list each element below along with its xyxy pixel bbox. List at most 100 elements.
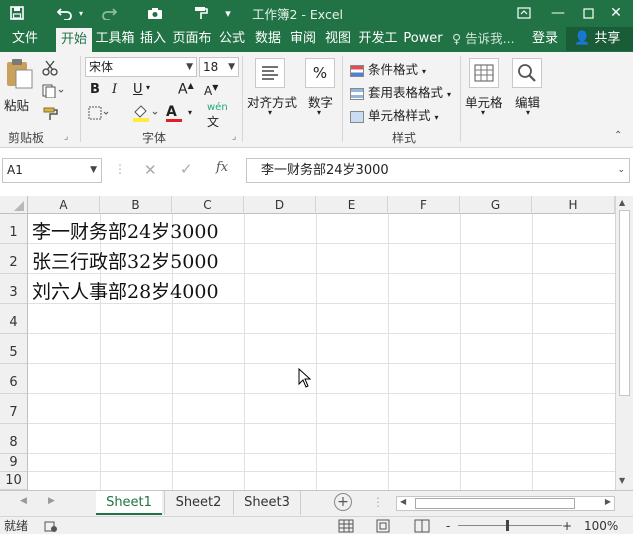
cancel-icon[interactable]: ✕	[144, 161, 157, 179]
worksheet-grid[interactable]: A B C D E F G H 1 2 3 4 5 6 7 8 9 10 李一财…	[0, 196, 633, 490]
grow-font-button[interactable]: A▲	[178, 81, 194, 98]
row-header[interactable]: 5	[0, 334, 28, 364]
expand-formula-icon[interactable]: ⌄	[617, 159, 625, 182]
zoom-level[interactable]: 100%	[584, 517, 618, 534]
vertical-scrollbar[interactable]: ▲ ▼	[615, 196, 633, 490]
chevron-down-icon[interactable]: ▾	[188, 108, 192, 117]
normal-view-icon[interactable]	[338, 519, 354, 534]
column-header[interactable]: E	[316, 196, 388, 214]
row-header[interactable]: 3	[0, 274, 28, 304]
prev-sheet-icon[interactable]: ◀	[20, 496, 27, 506]
zoom-out-button[interactable]: -	[446, 517, 450, 534]
scroll-left-icon[interactable]: ◀	[400, 497, 406, 506]
close-icon[interactable]: ✕	[598, 0, 633, 26]
row-header[interactable]: 4	[0, 304, 28, 334]
redo-icon[interactable]	[96, 0, 122, 26]
tab-insert[interactable]: 插入	[138, 26, 168, 52]
ribbon-options-icon[interactable]	[506, 0, 542, 26]
page-layout-view-icon[interactable]	[376, 519, 390, 534]
save-icon[interactable]	[4, 0, 30, 26]
macro-record-icon[interactable]	[44, 520, 58, 534]
select-all-corner[interactable]	[0, 196, 28, 214]
fill-color-icon[interactable]	[132, 104, 160, 125]
sheet-tab-1[interactable]: Sheet1	[96, 491, 162, 515]
drag-handle-icon[interactable]: ⋮	[372, 495, 384, 509]
horizontal-scrollbar[interactable]: ◀ ▶	[396, 496, 615, 511]
tab-file[interactable]: 文件	[6, 26, 44, 52]
undo-dropdown-icon[interactable]: ▾	[74, 0, 88, 26]
formula-input[interactable]: 李一财务部24岁3000 ⌄	[246, 158, 630, 183]
column-header[interactable]: B	[100, 196, 172, 214]
border-icon[interactable]	[88, 106, 110, 123]
scroll-down-icon[interactable]: ▼	[619, 476, 625, 485]
row-header[interactable]: 6	[0, 364, 28, 394]
phonetic-button[interactable]: wén 文	[207, 102, 228, 130]
tab-page-layout[interactable]: 页面布	[170, 26, 214, 52]
tab-home[interactable]: 开始	[56, 28, 92, 52]
sheet-tab-2[interactable]: Sheet2	[164, 491, 232, 515]
tab-developer[interactable]: 开发工	[356, 26, 400, 52]
drag-handle-icon[interactable]: ⋮	[114, 162, 126, 176]
tab-data[interactable]: 数据	[252, 26, 284, 52]
cut-icon[interactable]	[42, 60, 58, 79]
table-format-button[interactable]: 套用表格格式 ▾	[350, 82, 451, 101]
tab-review[interactable]: 审阅	[288, 26, 318, 52]
column-header[interactable]: A	[28, 196, 100, 214]
name-box[interactable]: A1 ▼	[2, 158, 102, 183]
column-header[interactable]: G	[460, 196, 532, 214]
font-launcher-icon[interactable]: ⌟	[232, 132, 236, 142]
cell-a1[interactable]: 李一财务部24岁3000	[32, 217, 219, 244]
conditional-format-button[interactable]: 条件格式 ▾	[350, 59, 426, 78]
tell-me-search[interactable]: ♀ 告诉我...	[452, 26, 515, 52]
font-color-button[interactable]: A	[166, 104, 182, 122]
search-icon[interactable]	[512, 58, 542, 88]
format-painter-icon[interactable]	[188, 0, 214, 26]
login-link[interactable]: 登录	[532, 26, 558, 52]
italic-button[interactable]: I	[112, 82, 117, 97]
scroll-thumb[interactable]	[619, 210, 630, 396]
zoom-slider[interactable]	[458, 525, 562, 526]
shrink-font-button[interactable]: A▼	[204, 83, 218, 98]
font-name-combo[interactable]: 宋体 ▼	[85, 57, 197, 77]
underline-button[interactable]: U	[133, 82, 143, 97]
copy-icon[interactable]	[42, 84, 64, 101]
collapse-ribbon-icon[interactable]: ⌃	[614, 130, 622, 141]
column-header[interactable]: D	[244, 196, 316, 214]
add-sheet-icon[interactable]: +	[334, 493, 352, 511]
cell-a2[interactable]: 张三行政部32岁5000	[32, 247, 219, 274]
column-header[interactable]: F	[388, 196, 460, 214]
zoom-in-button[interactable]: +	[562, 517, 572, 534]
format-painter-ribbon-icon[interactable]	[42, 106, 60, 125]
font-size-combo[interactable]: 18 ▼	[199, 57, 239, 77]
row-header[interactable]: 2	[0, 244, 28, 274]
share-button[interactable]: 👤 共享	[566, 27, 633, 51]
camera-icon[interactable]	[142, 0, 168, 26]
tab-power[interactable]: Power	[402, 26, 444, 52]
cell-style-button[interactable]: 单元格样式 ▾	[350, 105, 439, 124]
row-header[interactable]: 1	[0, 214, 28, 244]
percent-icon[interactable]: %	[305, 58, 335, 88]
scroll-thumb[interactable]	[415, 498, 575, 509]
column-header[interactable]: C	[172, 196, 244, 214]
next-sheet-icon[interactable]: ▶	[48, 496, 55, 506]
cells-icon[interactable]	[469, 58, 499, 88]
row-header[interactable]: 10	[0, 472, 28, 490]
row-header[interactable]: 7	[0, 394, 28, 424]
tab-formulas[interactable]: 公式	[216, 26, 248, 52]
enter-icon[interactable]: ✓	[180, 160, 193, 178]
cell-a3[interactable]: 刘六人事部28岁4000	[32, 277, 219, 304]
paste-button[interactable]: 粘贴	[4, 58, 38, 113]
underline-dropdown-icon[interactable]: ▾	[146, 83, 150, 92]
tab-view[interactable]: 视图	[322, 26, 354, 52]
clipboard-launcher-icon[interactable]: ⌟	[64, 132, 68, 142]
column-header[interactable]: H	[532, 196, 615, 214]
align-button-icon[interactable]	[255, 58, 285, 88]
zoom-slider-thumb[interactable]	[506, 520, 509, 531]
scroll-up-icon[interactable]: ▲	[619, 198, 625, 207]
bold-button[interactable]: B	[90, 82, 100, 97]
scroll-right-icon[interactable]: ▶	[605, 497, 611, 506]
customize-qat-icon[interactable]: ▾	[222, 0, 234, 26]
tab-toolbox[interactable]: 工具箱	[94, 26, 136, 52]
row-header[interactable]: 9	[0, 454, 28, 472]
row-header[interactable]: 8	[0, 424, 28, 454]
